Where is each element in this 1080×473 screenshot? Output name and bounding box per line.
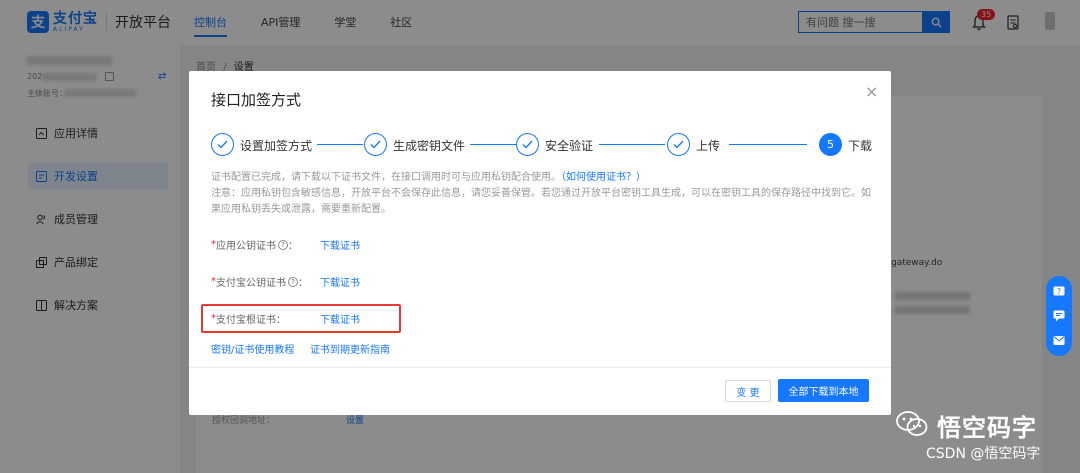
download-alipay-public-cert-link[interactable]: 下载证书: [320, 274, 360, 289]
help-icon[interactable]: ?: [288, 276, 298, 287]
steps: 设置加签方式 生成密钥文件 安全验证 上传 5 下载: [209, 131, 874, 157]
modal-description: 证书配置已完成，请下载以下证书文件，在接口调用时可与应用私钥配合使用。（如何使用…: [211, 170, 871, 218]
step-2-label: 生成密钥文件: [393, 139, 466, 153]
floating-toolbar: ?: [1046, 276, 1072, 356]
modal-title: 接口加签方式: [211, 91, 302, 109]
step-3-label: 安全验证: [545, 139, 594, 153]
svg-text:?: ?: [1057, 287, 1061, 296]
desc-line-2: 注意：应用私钥包含敏感信息，开放平台不会保存此信息，请您妥善保管。若您通过开放平…: [211, 188, 871, 215]
step-3-check-icon: [516, 133, 539, 156]
change-button[interactable]: 变 更: [725, 380, 771, 402]
cert-renewal-guide-link[interactable]: 证书到期更新指南: [310, 341, 390, 356]
download-all-button[interactable]: 全部下载到本地: [778, 379, 869, 402]
watermark-csdn: CSDN @悟空码字: [926, 446, 1041, 462]
question-icon[interactable]: ?: [1053, 286, 1065, 298]
step-4-check-icon: [667, 133, 690, 156]
step-connector: [599, 144, 665, 145]
step-1-label: 设置加签方式: [240, 139, 313, 153]
how-to-use-cert-link[interactable]: （如何使用证书？）: [561, 172, 646, 183]
step-1-check-icon: [211, 133, 234, 156]
alipay-public-cert-label: * 支付宝公钥证书 ? ：: [211, 276, 308, 289]
step-connector: [317, 144, 363, 145]
step-connector: [470, 144, 516, 145]
wechat-logo-icon: [896, 411, 928, 436]
alipay-root-cert-label: * 支付宝根证书：: [211, 313, 286, 326]
step-5-label: 下载: [848, 139, 873, 153]
close-icon[interactable]: ×: [865, 82, 878, 101]
watermark-text: 悟空码字: [937, 414, 1037, 442]
download-app-public-cert-link[interactable]: 下载证书: [320, 237, 360, 252]
app-public-cert-label: * 应用公钥证书 ? ：: [211, 239, 298, 252]
chat-icon[interactable]: [1053, 310, 1065, 322]
modal-footer-divider: [189, 367, 891, 368]
step-2-check-icon: [364, 133, 387, 156]
step-connector: [729, 144, 807, 145]
key-cert-tutorial-link[interactable]: 密钥/证书使用教程: [211, 341, 294, 356]
help-icon[interactable]: ?: [278, 239, 288, 250]
download-alipay-root-cert-link[interactable]: 下载证书: [320, 311, 360, 326]
step-4-label: 上传: [696, 139, 721, 153]
desc-line-1: 证书配置已完成，请下载以下证书文件，在接口调用时可与应用私钥配合使用。: [211, 172, 561, 183]
sign-method-modal: 接口加签方式 × 设置加签方式 生成密钥文件 安全验证 上传 5 下载 证书配置…: [189, 71, 891, 415]
step-5-number: 5: [819, 133, 842, 156]
feedback-icon[interactable]: [1053, 334, 1065, 346]
